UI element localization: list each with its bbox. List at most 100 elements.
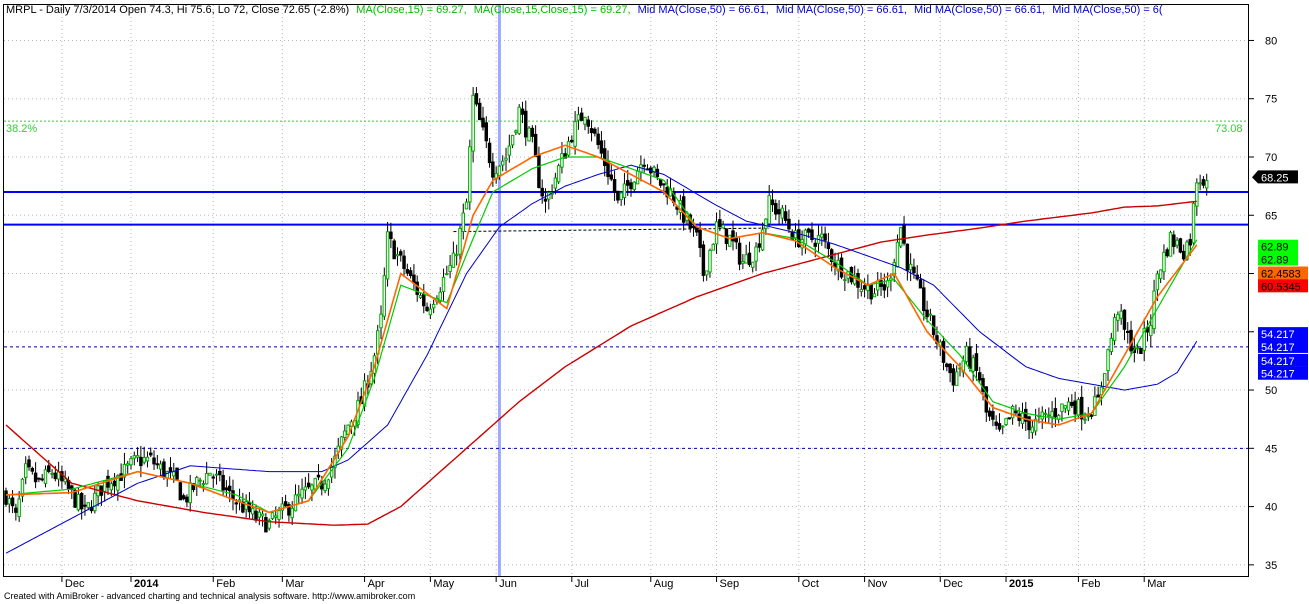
candle-body — [477, 102, 482, 121]
candle-body — [504, 157, 508, 161]
candle-body — [767, 195, 771, 225]
x-tick-label: Dec — [943, 578, 963, 590]
candle-body — [570, 139, 574, 143]
candle-body — [208, 472, 212, 476]
candle-body — [589, 128, 594, 134]
fib-label: 38.2% — [6, 123, 37, 135]
ticker-info: MRPL - Daily 7/3/2014 Open 74.3, Hi 75.6… — [6, 4, 350, 16]
candle-body — [793, 230, 798, 239]
candle-body — [885, 280, 890, 288]
candle-body — [925, 309, 929, 318]
candle-body — [859, 288, 864, 293]
x-tick-label: Nov — [868, 578, 888, 590]
candle-body — [158, 463, 163, 470]
candle-body — [385, 231, 390, 280]
candle-body — [448, 264, 452, 272]
candle-body — [149, 452, 153, 456]
candle-body — [93, 492, 97, 512]
candle-body — [1152, 290, 1156, 330]
candle-body — [626, 180, 630, 186]
candle-body — [142, 457, 146, 463]
candle-body — [1181, 250, 1186, 260]
candle-body — [461, 212, 465, 233]
x-tick-label: 2014 — [134, 578, 159, 590]
candle-body — [198, 479, 202, 482]
candle-body — [977, 372, 982, 381]
candle-body — [316, 474, 321, 478]
candle-body — [165, 471, 169, 479]
candle-body — [1076, 399, 1081, 416]
legend-mid-ma-3: Mid MA(Close,50) = 66.61, — [914, 4, 1046, 16]
footer-credit: Created with AmiBroker - advanced charti… — [4, 591, 416, 601]
candle-body — [260, 513, 265, 517]
candle-body — [1155, 273, 1160, 291]
legend-mid-ma-4: Mid MA(Close,50) = 6( — [1052, 4, 1163, 16]
candle-body — [974, 353, 979, 371]
candle-body — [586, 119, 590, 127]
x-tick-label: Feb — [216, 578, 235, 590]
candle-body — [379, 313, 383, 329]
candle-body — [507, 145, 512, 156]
candle-body — [145, 456, 150, 462]
candle-body — [899, 227, 903, 247]
x-tick-label: Jun — [499, 578, 517, 590]
candle-body — [1089, 414, 1094, 417]
candle-body — [445, 273, 449, 276]
candle-body — [971, 357, 975, 372]
x-tick-label: Sep — [720, 578, 740, 590]
candlestick-chart[interactable]: 35404550556065707580Dec2014FebMarAprMayJ… — [0, 0, 1309, 604]
candle-body — [303, 486, 308, 491]
candle-body — [132, 455, 137, 459]
candle-body — [741, 261, 745, 264]
candle-body — [905, 243, 910, 271]
y-tick-label: 40 — [1265, 502, 1277, 514]
candle-body — [27, 459, 31, 468]
candle-body — [484, 122, 489, 142]
candle-body — [343, 430, 347, 438]
candle-body — [780, 207, 785, 219]
candle-body — [616, 190, 620, 201]
candle-body — [10, 497, 15, 507]
candle-body — [7, 497, 12, 505]
ma200-line — [5, 200, 1197, 526]
candle-body — [211, 476, 215, 479]
candle-body — [1043, 412, 1048, 415]
x-tick-label: Apr — [368, 578, 385, 590]
candle-body — [431, 303, 436, 309]
candle-body — [221, 475, 225, 491]
candle-body — [218, 470, 222, 476]
candle-body — [227, 485, 232, 492]
candle-body — [994, 421, 998, 426]
x-tick-label: Jul — [575, 578, 589, 590]
candle-body — [895, 241, 900, 268]
candle-body — [1001, 425, 1005, 428]
candle-body — [1126, 330, 1130, 333]
candle-body — [1198, 182, 1202, 185]
candle-body — [964, 345, 969, 363]
candle-body — [73, 489, 77, 508]
candle-body — [997, 423, 1002, 430]
candle-body — [181, 495, 186, 500]
y-tick-label: 70 — [1265, 152, 1277, 164]
candle-body — [405, 269, 410, 274]
candle-body — [711, 243, 716, 251]
candle-body — [708, 249, 712, 273]
value-tag-label: 54.217 — [1261, 342, 1295, 354]
candle-body — [418, 295, 423, 299]
candle-body — [734, 238, 739, 243]
candle-body — [155, 463, 160, 466]
candle-body — [1086, 415, 1091, 418]
candle-body — [395, 254, 400, 257]
candle-body — [422, 293, 426, 307]
candle-body — [751, 261, 755, 268]
candle-body — [471, 94, 475, 152]
candle-body — [234, 502, 239, 505]
candle-body — [1158, 269, 1163, 279]
candle-body — [826, 242, 831, 250]
candle-body — [609, 174, 614, 180]
candle-body — [1165, 249, 1169, 257]
candle-body — [24, 463, 28, 479]
candle-body — [593, 128, 597, 134]
value-tag-label: 68.25 — [1261, 172, 1289, 184]
legend-mid-ma-1: Mid MA(Close,50) = 66.61, — [637, 4, 769, 16]
